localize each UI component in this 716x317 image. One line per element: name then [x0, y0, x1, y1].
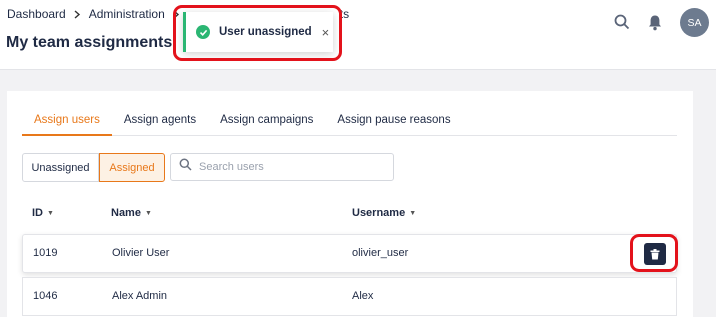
cell-id: 1019 — [33, 247, 58, 259]
tab-assign-agents[interactable]: Assign agents — [112, 112, 208, 136]
sort-caret-icon: ▼ — [144, 209, 152, 217]
tab-assign-campaigns[interactable]: Assign campaigns — [208, 112, 325, 136]
column-header-label: ID — [32, 207, 43, 219]
delete-button-highlight — [630, 234, 678, 272]
assignment-filter: Unassigned Assigned — [22, 153, 165, 182]
sort-caret-icon: ▼ — [409, 209, 417, 217]
top-bar: Dashboard Administration ts My team assi… — [0, 0, 716, 70]
column-header-name[interactable]: Name ▼ — [111, 207, 152, 219]
cell-username: olivier_user — [352, 247, 409, 259]
cell-id: 1046 — [33, 290, 58, 302]
sort-caret-icon: ▼ — [47, 209, 54, 217]
search-input[interactable] — [199, 161, 389, 173]
column-header-label: Username — [352, 207, 406, 219]
unassigned-button[interactable]: Unassigned — [22, 153, 99, 182]
toast-highlight — [173, 5, 342, 61]
bell-icon[interactable] — [644, 11, 666, 33]
cell-name: Olivier User — [112, 247, 170, 259]
page-title: My team assignments — [6, 34, 173, 51]
column-header-label: Name — [111, 207, 141, 219]
table-row[interactable]: 1019 Olivier User olivier_user — [22, 234, 677, 273]
breadcrumb-dashboard[interactable]: Dashboard — [7, 7, 66, 21]
tab-assign-users[interactable]: Assign users — [22, 112, 112, 136]
table-row[interactable]: 1046 Alex Admin Alex — [22, 277, 677, 316]
column-header-id[interactable]: ID ▼ — [32, 207, 54, 219]
breadcrumb-administration[interactable]: Administration — [89, 7, 165, 21]
tab-assign-pause-reasons[interactable]: Assign pause reasons — [325, 112, 462, 136]
assigned-button[interactable]: Assigned — [99, 153, 165, 182]
search-icon[interactable] — [611, 11, 633, 33]
avatar[interactable]: SA — [680, 8, 709, 37]
search-box — [170, 153, 394, 181]
cell-username: Alex — [352, 290, 374, 302]
column-header-username[interactable]: Username ▼ — [352, 207, 416, 219]
assignments-card: Assign users Assign agents Assign campai… — [7, 91, 693, 317]
chevron-right-icon — [74, 9, 81, 19]
search-icon — [179, 158, 192, 176]
tab-bar: Assign users Assign agents Assign campai… — [22, 112, 677, 136]
cell-name: Alex Admin — [112, 290, 168, 302]
